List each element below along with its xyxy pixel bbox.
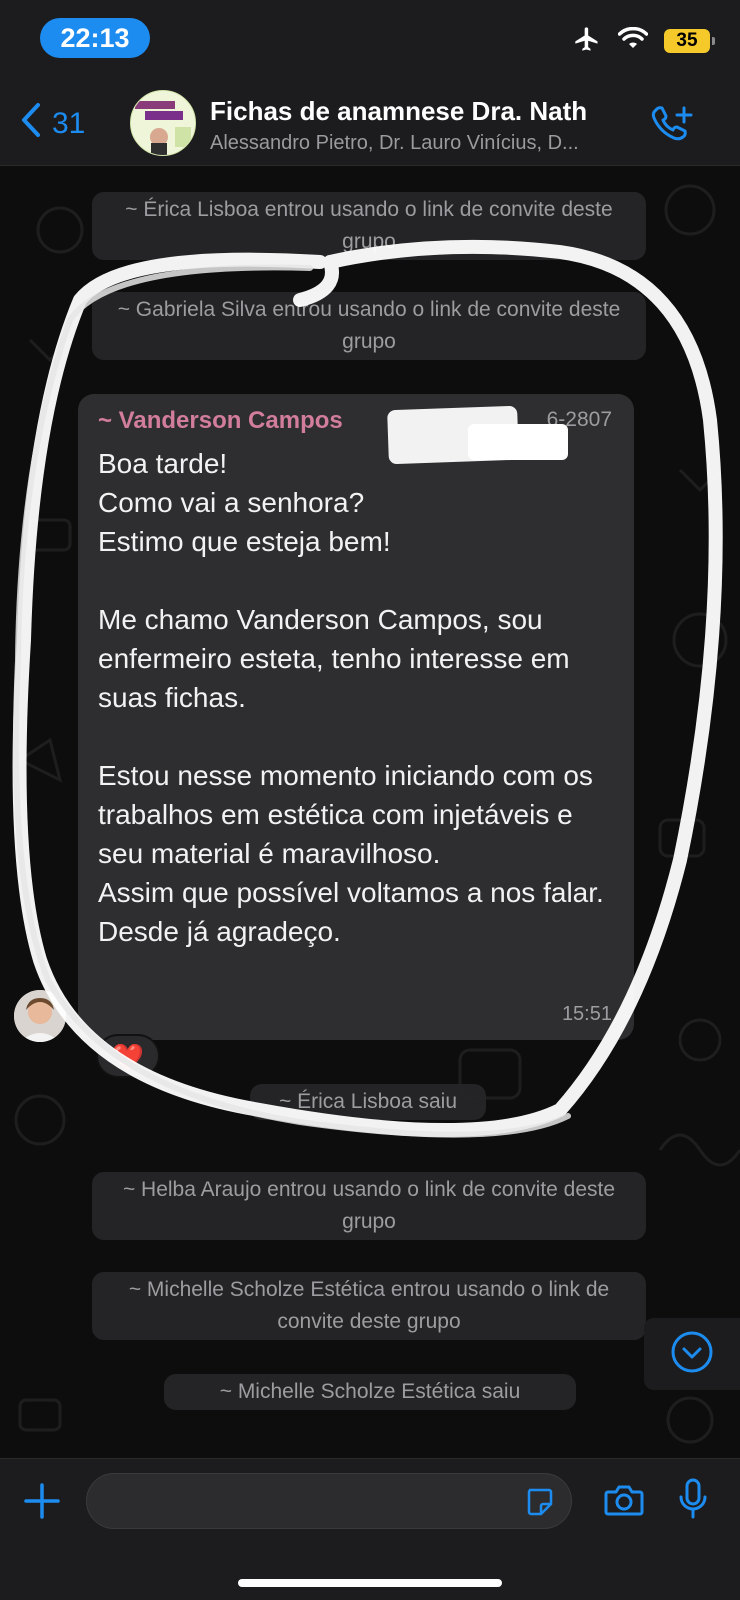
system-message: ~ Érica Lisboa entrou usando o link de c… bbox=[92, 192, 646, 260]
unread-count: 31 bbox=[52, 107, 86, 140]
system-message: ~ Helba Araujo entrou usando o link de c… bbox=[92, 1172, 646, 1240]
attach-button[interactable] bbox=[22, 1481, 62, 1526]
avatar[interactable] bbox=[14, 990, 66, 1042]
chat-header: 31 Fichas de anamnese Dra. Nath Alessand… bbox=[0, 80, 740, 166]
camera-button[interactable] bbox=[604, 1483, 644, 1522]
system-message: ~ Michelle Scholze Estética entrou usand… bbox=[92, 1272, 646, 1340]
back-button[interactable]: 31 bbox=[20, 102, 85, 146]
back-chevron-icon bbox=[20, 102, 42, 146]
group-title[interactable]: Fichas de anamnese Dra. Nath bbox=[210, 96, 587, 127]
status-time[interactable]: 22:13 bbox=[40, 18, 150, 58]
sticker-icon bbox=[523, 1488, 555, 1522]
status-bar: 22:13 35 bbox=[0, 0, 740, 80]
compose-bar bbox=[0, 1458, 740, 1600]
airplane-icon bbox=[572, 25, 602, 58]
system-message: ~ Érica Lisboa saiu bbox=[250, 1084, 486, 1120]
group-avatar[interactable] bbox=[130, 90, 196, 156]
reaction-badge[interactable]: ❤️ bbox=[96, 1034, 160, 1078]
microphone-icon bbox=[678, 1478, 708, 1525]
chevron-down-circle-icon bbox=[670, 1330, 714, 1379]
group-members[interactable]: Alessandro Pietro, Dr. Lauro Vinícius, D… bbox=[210, 132, 630, 155]
status-icons: 35 bbox=[572, 25, 715, 58]
message-text: Boa tarde! Como vai a senhora? Estimo qu… bbox=[98, 448, 604, 947]
message-bubble[interactable]: ~ Vanderson Campos 6-2807 Boa tarde! Com… bbox=[78, 394, 634, 1040]
wifi-icon bbox=[617, 26, 649, 56]
system-message: ~ Michelle Scholze Estética saiu bbox=[164, 1374, 576, 1410]
microphone-button[interactable] bbox=[678, 1477, 708, 1526]
add-call-button[interactable] bbox=[650, 104, 694, 149]
redaction-mark bbox=[468, 424, 568, 460]
camera-icon bbox=[604, 1485, 644, 1521]
home-indicator[interactable] bbox=[238, 1579, 502, 1587]
add-call-icon bbox=[650, 106, 694, 148]
battery-icon: 35 bbox=[664, 29, 715, 53]
plus-icon bbox=[22, 1483, 62, 1525]
system-message: ~ Gabriela Silva entrou usando o link de… bbox=[92, 292, 646, 360]
message-input[interactable] bbox=[86, 1473, 572, 1529]
message-time: 15:51 bbox=[561, 1003, 612, 1025]
scroll-to-bottom-button[interactable] bbox=[644, 1318, 740, 1390]
sticker-button[interactable] bbox=[523, 1486, 555, 1523]
